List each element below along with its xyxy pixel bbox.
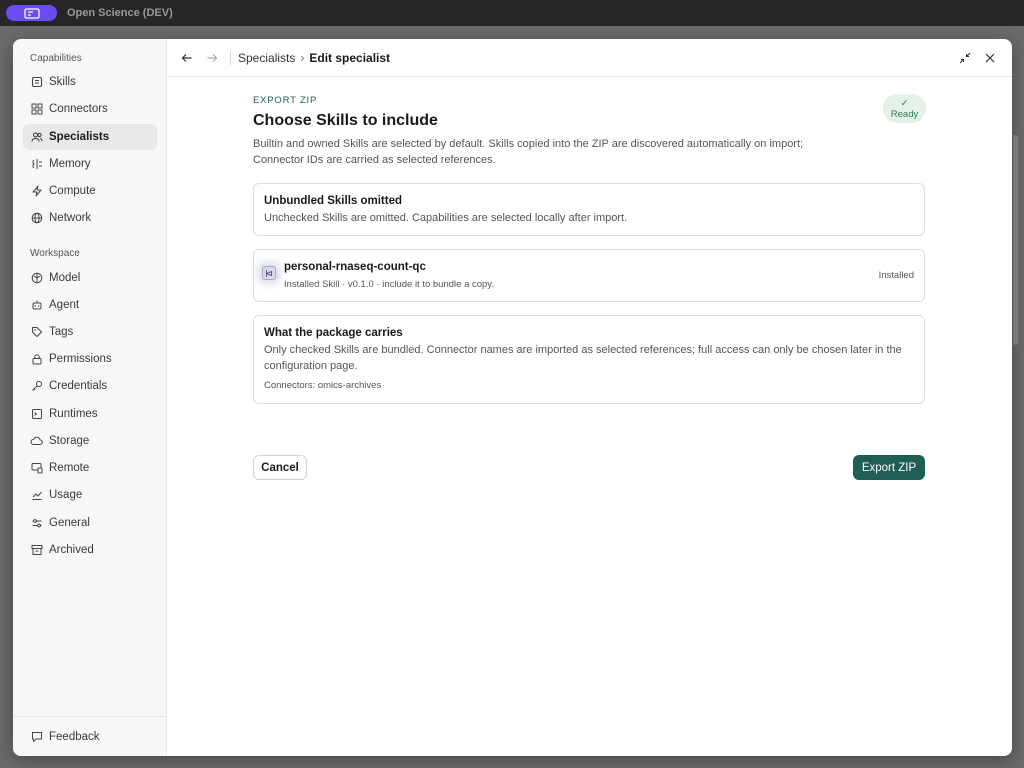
sidebar-item-tags[interactable]: Tags — [23, 319, 157, 345]
sidebar-item-label: Model — [49, 272, 81, 284]
checkbox-mark-icon — [264, 269, 272, 277]
sidebar-item-label: Agent — [49, 299, 80, 311]
package-card: What the package carries Only checked Sk… — [253, 315, 925, 404]
sidebar-footer: Feedback — [13, 716, 167, 756]
skill-row[interactable]: personal-rnaseq-count-qc Installed Skill… — [253, 249, 925, 302]
sidebar-item-label: Storage — [49, 435, 90, 447]
sidebar-item-label: General — [49, 517, 90, 529]
sidebar-item-agent[interactable]: Agent — [23, 292, 157, 318]
sidebar-item-storage[interactable]: Storage — [23, 428, 157, 454]
breadcrumb-parent[interactable]: Specialists — [238, 51, 295, 65]
arrow-left-icon — [181, 54, 192, 62]
breadcrumb-current: Edit specialist — [309, 51, 391, 65]
sidebar-item-label: Permissions — [49, 353, 112, 365]
package-connectors: Connectors: omics-archives — [264, 380, 382, 391]
skill-meta: Installed Skill · v0.1.0 · include it to… — [284, 279, 494, 290]
model-icon — [30, 272, 43, 285]
skill-name: personal-rnaseq-count-qc — [284, 261, 426, 273]
capabilities-section-label: Capabilities — [30, 53, 82, 64]
close-icon — [985, 53, 995, 63]
feedback-label: Feedback — [49, 731, 100, 743]
skill-status: Installed — [878, 270, 914, 281]
chart-icon — [30, 489, 43, 502]
window-header: Specialists › Edit specialist — [167, 39, 1012, 77]
sidebar-item-memory[interactable]: Memory — [23, 151, 157, 177]
sidebar-item-usage[interactable]: Usage — [23, 482, 157, 508]
omitted-card-text: Unchecked Skills are omitted. Capabiliti… — [264, 212, 628, 224]
key-icon — [30, 380, 43, 393]
package-card-text: Only checked Skills are bundled. Connect… — [264, 344, 902, 372]
cloud-icon — [30, 435, 43, 448]
feedback-icon — [30, 731, 43, 744]
breadcrumb: Specialists › Edit specialist — [238, 51, 390, 65]
sidebar-item-connectors[interactable]: Connectors — [23, 96, 157, 122]
sidebar: Capabilities Skills Connectors Specialis… — [13, 39, 167, 756]
breadcrumb-separator: › — [300, 51, 305, 65]
sidebar-item-label: Archived — [49, 544, 94, 556]
sidebar-item-label: Runtimes — [49, 408, 98, 420]
remote-icon — [30, 462, 43, 475]
collapse-icon — [959, 52, 971, 64]
sidebar-item-label: Usage — [49, 489, 83, 501]
connectors-icon — [30, 103, 43, 116]
network-icon — [30, 212, 43, 225]
sidebar-item-compute[interactable]: Compute — [23, 178, 157, 204]
sidebar-item-permissions[interactable]: Permissions — [23, 346, 157, 372]
agent-icon — [30, 299, 43, 312]
app-icon[interactable] — [6, 5, 57, 21]
sidebar-item-network[interactable]: Network — [23, 205, 157, 231]
compute-icon — [30, 185, 43, 198]
cancel-button[interactable]: Cancel — [253, 455, 307, 480]
sidebar-item-runtimes[interactable]: Runtimes — [23, 401, 157, 427]
omitted-card-title: Unbundled Skills omitted — [264, 195, 403, 207]
app-title: Open Science (DEV) — [67, 7, 173, 19]
forward-button[interactable] — [205, 51, 219, 65]
feedback-button[interactable]: Feedback — [23, 724, 157, 750]
tags-icon — [30, 326, 43, 339]
page-title: Choose Skills to include — [253, 112, 438, 129]
sliders-icon — [30, 517, 43, 530]
status-label: Ready — [890, 108, 919, 120]
page-description: Builtin and owned Skills are selected by… — [253, 138, 804, 166]
memory-icon — [30, 158, 43, 171]
sidebar-item-label: Network — [49, 212, 92, 224]
sidebar-item-specialists[interactable]: Specialists — [23, 124, 157, 150]
sidebar-item-label: Tags — [49, 326, 74, 338]
sidebar-item-model[interactable]: Model — [23, 265, 157, 291]
sidebar-item-credentials[interactable]: Credentials — [23, 373, 157, 399]
background-scrollbar[interactable] — [1013, 135, 1018, 345]
workspace-section-label: Workspace — [30, 248, 80, 259]
sidebar-item-label: Remote — [49, 462, 90, 474]
sidebar-item-archived[interactable]: Archived — [23, 537, 157, 563]
title-bar: Open Science (DEV) — [0, 0, 1024, 26]
back-button[interactable] — [180, 51, 194, 65]
sidebar-item-skills[interactable]: Skills — [23, 69, 157, 95]
skills-icon — [30, 76, 43, 89]
sidebar-item-label: Specialists — [49, 131, 110, 143]
section-eyebrow: EXPORT ZIP — [253, 95, 318, 106]
sidebar-item-label: Compute — [49, 185, 96, 197]
status-badge: ✓ Ready — [883, 94, 926, 123]
archive-icon — [30, 544, 43, 557]
header-divider — [230, 51, 231, 65]
sidebar-item-label: Memory — [49, 158, 91, 170]
arrow-right-icon — [207, 54, 218, 62]
sidebar-item-label: Connectors — [49, 103, 108, 115]
close-button[interactable] — [983, 51, 997, 65]
sidebar-item-general[interactable]: General — [23, 510, 157, 536]
settings-window: Capabilities Skills Connectors Specialis… — [13, 39, 1012, 756]
specialists-icon — [30, 131, 43, 144]
terminal-icon — [30, 408, 43, 421]
collapse-button[interactable] — [958, 51, 972, 65]
lock-icon — [30, 353, 43, 366]
sidebar-item-remote[interactable]: Remote — [23, 455, 157, 481]
sidebar-item-label: Skills — [49, 76, 76, 88]
skill-checkbox[interactable] — [262, 266, 276, 280]
export-zip-button[interactable]: Export ZIP — [853, 455, 925, 480]
package-card-title: What the package carries — [264, 327, 403, 339]
omitted-skills-card: Unbundled Skills omitted Unchecked Skill… — [253, 183, 925, 236]
sidebar-item-label: Credentials — [49, 380, 108, 392]
check-icon: ✓ — [900, 97, 909, 109]
